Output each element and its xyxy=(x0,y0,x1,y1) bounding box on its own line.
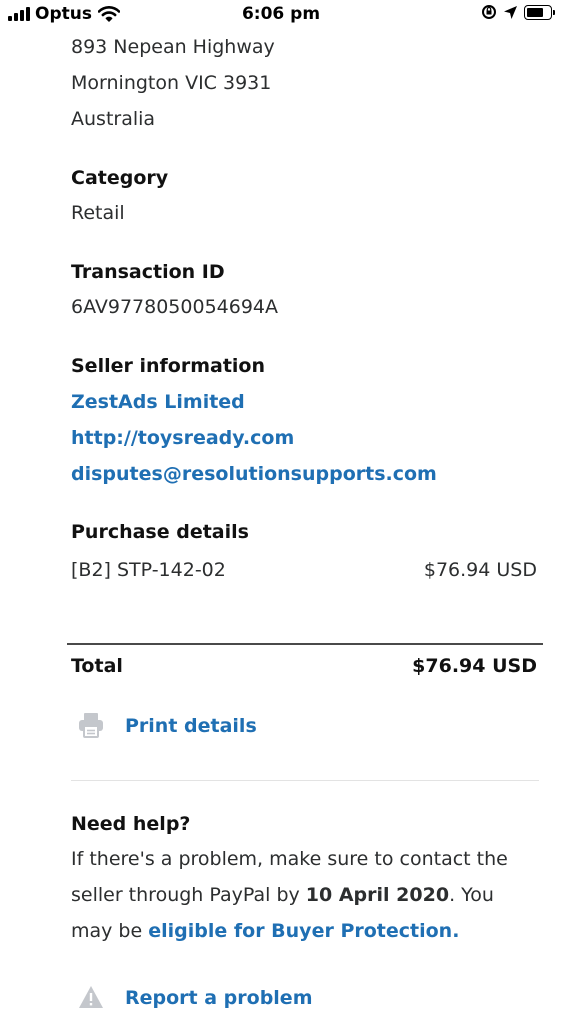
total-divider xyxy=(67,643,543,645)
seller-website-link[interactable]: http://toysready.com xyxy=(71,425,294,451)
location-arrow-icon xyxy=(504,5,517,19)
category-heading: Category xyxy=(71,167,169,189)
help-deadline-date: 10 April 2020 xyxy=(305,884,450,906)
address-line-1: 893 Nepean Highway xyxy=(71,36,275,58)
help-paragraph: If there's a problem, make sure to conta… xyxy=(71,841,541,949)
category-value: Retail xyxy=(71,202,125,224)
status-right xyxy=(481,4,555,20)
need-help-heading: Need help? xyxy=(71,813,191,835)
print-details-link[interactable]: Print details xyxy=(125,713,257,739)
seller-email-link[interactable]: disputes@resolutionsupports.com xyxy=(71,461,437,487)
address-line-2: Mornington VIC 3931 xyxy=(71,72,272,94)
buyer-protection-link[interactable]: eligible for Buyer Protection. xyxy=(148,920,459,942)
battery-icon xyxy=(524,4,555,20)
transaction-id-value: 6AV9778050054694A xyxy=(71,296,279,318)
section-divider xyxy=(71,780,539,781)
seller-name-link[interactable]: ZestAds Limited xyxy=(71,389,245,415)
report-problem-link[interactable]: Report a problem xyxy=(125,985,313,1011)
status-bar: Optus 6:06 pm xyxy=(0,0,562,30)
status-time: 6:06 pm xyxy=(241,4,321,24)
warning-icon[interactable] xyxy=(78,985,104,1009)
purchase-item-name: [B2] STP-142-02 xyxy=(71,559,226,581)
address-line-3: Australia xyxy=(71,108,156,130)
purchase-details-heading: Purchase details xyxy=(71,521,249,543)
total-label: Total xyxy=(71,655,123,677)
total-value: $76.94 USD xyxy=(412,655,537,677)
seller-info-heading: Seller information xyxy=(71,355,265,377)
printer-icon[interactable] xyxy=(77,711,105,739)
purchase-item-price: $76.94 USD xyxy=(423,559,537,581)
orientation-lock-icon xyxy=(482,5,496,19)
transaction-id-heading: Transaction ID xyxy=(71,261,225,283)
